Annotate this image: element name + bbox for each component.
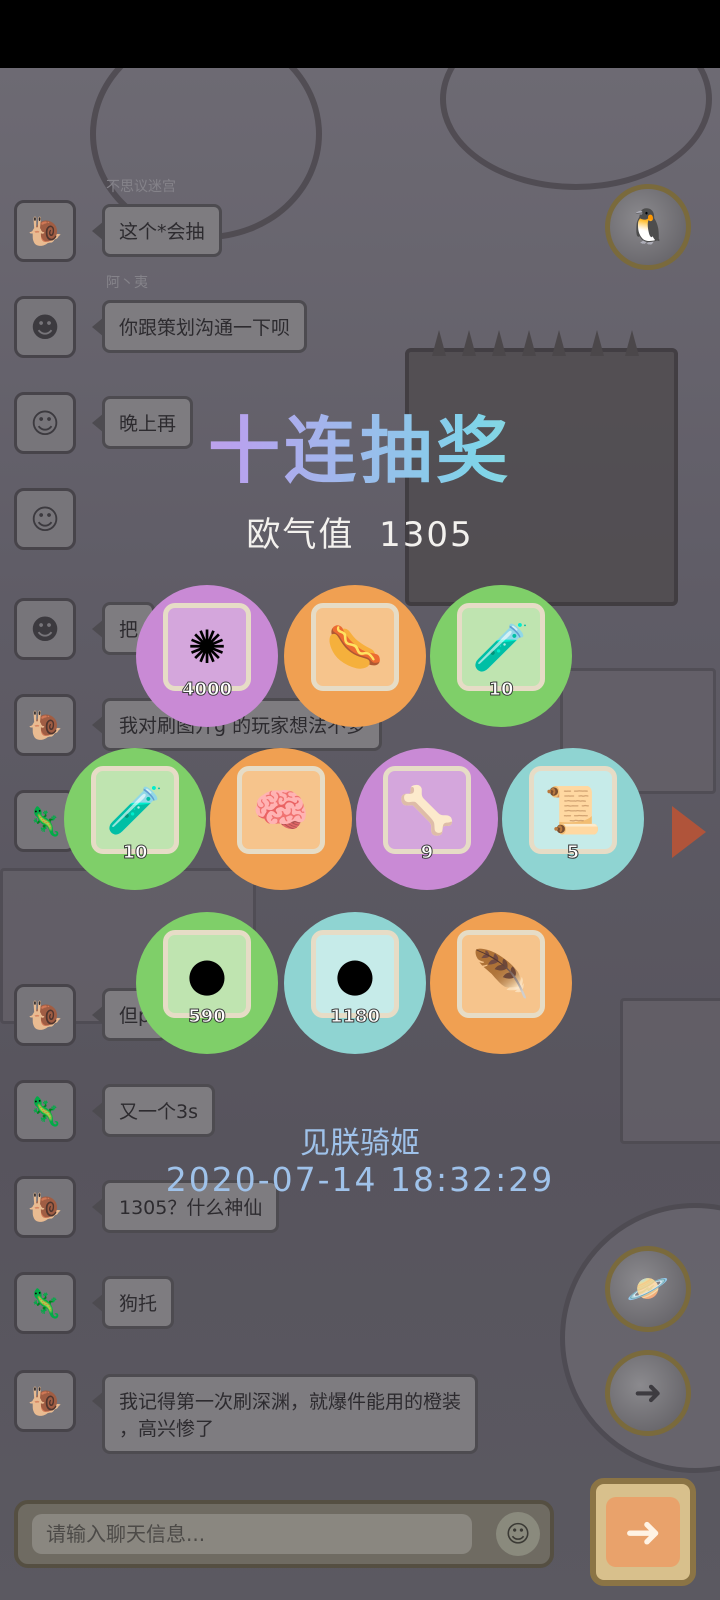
chat-bubble: 你跟策划沟通一下呗 xyxy=(91,300,308,353)
draw-datetime: 2020-07-14 18:32:29 xyxy=(165,1160,555,1199)
lizard-avatar[interactable]: 🦎 xyxy=(14,1272,76,1334)
arrow-right-icon: ➜ xyxy=(633,1373,663,1413)
glasses-girl-avatar[interactable]: ☻ xyxy=(14,296,76,358)
gray-blob-icon: ● xyxy=(334,947,376,1001)
chat-bubble: 狗托 xyxy=(91,1276,175,1329)
gray-blob-icon: ● xyxy=(186,947,228,1001)
lottery-title: 十连抽奖 xyxy=(0,392,720,497)
qq-penguin-button[interactable]: 🐧 xyxy=(605,184,691,270)
brain-icon: 🧠 xyxy=(252,783,310,837)
spiky-shell-icon: ✺ xyxy=(187,620,227,674)
prize-item[interactable]: 🧠 xyxy=(210,748,352,890)
background-pipe xyxy=(440,68,712,190)
background-spike xyxy=(590,330,604,356)
prize-item[interactable]: 📜 5 xyxy=(502,748,644,890)
emoji-button[interactable]: ☺ xyxy=(496,1512,540,1556)
prize-count: 9 xyxy=(420,842,434,864)
prize-card: 🪶 xyxy=(457,930,545,1018)
background-spike xyxy=(432,330,446,356)
background-spike xyxy=(492,330,506,356)
prize-item[interactable]: 🌭 xyxy=(284,585,426,727)
feather-blade-icon: 🪶 xyxy=(472,947,530,1001)
prize-item[interactable]: 🧪 10 xyxy=(430,585,572,727)
background-spike xyxy=(552,330,566,356)
prize-item[interactable]: 🦴 9 xyxy=(356,748,498,890)
prize-card: ✺ xyxy=(163,603,251,691)
snail-emoji-icon: ☺ xyxy=(505,1520,531,1548)
prize-card: ● xyxy=(311,930,399,1018)
prize-count: 1180 xyxy=(329,1006,381,1028)
prize-card: 🦴 xyxy=(383,766,471,854)
prize-card: ● xyxy=(163,930,251,1018)
background-spike xyxy=(522,330,536,356)
prize-count: 5 xyxy=(566,842,580,864)
next-arrow-button[interactable]: ➜ xyxy=(605,1350,691,1436)
snail-avatar[interactable]: 🐌 xyxy=(14,694,76,756)
prize-card: 🧪 xyxy=(91,766,179,854)
background-spike xyxy=(625,330,639,356)
chat-input-bar: ☺ xyxy=(14,1500,554,1568)
chat-nickname: 不思议迷宫 xyxy=(106,179,176,195)
side-expand-arrow[interactable] xyxy=(672,806,706,858)
background-spike xyxy=(462,330,476,356)
prize-count: 10 xyxy=(488,679,514,701)
prize-card: 🧪 xyxy=(457,603,545,691)
luck-row: 欧气值 1305 xyxy=(0,507,720,556)
send-button[interactable]: ➜ xyxy=(590,1478,696,1586)
chat-bubble: 我记得第一次刷深渊，就爆件能用的橙装 ，高兴惨了 xyxy=(91,1374,479,1454)
prize-item[interactable]: ✺ 4000 xyxy=(136,585,278,727)
prize-item[interactable]: 🪶 xyxy=(430,912,572,1054)
planet-icon: 🪐 xyxy=(626,1269,670,1309)
prize-item[interactable]: 🧪 10 xyxy=(64,748,206,890)
snail-avatar[interactable]: 🐌 xyxy=(14,984,76,1046)
luck-label: 欧气值 xyxy=(246,515,355,555)
chat-nickname: 阿丶夷 xyxy=(106,275,148,291)
snail-avatar[interactable]: 🐌 xyxy=(14,200,76,262)
winner-name: 见朕骑姬 xyxy=(300,1126,420,1161)
chat-bubble: 这个*会抽 xyxy=(92,204,222,257)
prize-count: 4000 xyxy=(181,679,233,701)
prize-card: 📜 xyxy=(529,766,617,854)
prize-count: 10 xyxy=(122,842,148,864)
prize-card: 🌭 xyxy=(311,603,399,691)
chat-input[interactable] xyxy=(32,1514,472,1554)
scroll-icon: 📜 xyxy=(544,783,602,837)
potion-bottle-icon: 🧪 xyxy=(106,783,164,837)
luck-value: 1305 xyxy=(379,515,474,555)
bone-scroll-icon: 🦴 xyxy=(398,783,456,837)
penguin-icon: 🐧 xyxy=(626,207,670,247)
prize-card: 🧠 xyxy=(237,766,325,854)
sausage-icon: 🌭 xyxy=(326,620,384,674)
potion-bottle-icon: 🧪 xyxy=(472,620,530,674)
prize-item[interactable]: ● 1180 xyxy=(284,912,426,1054)
snail-avatar[interactable]: 🐌 xyxy=(14,1370,76,1432)
status-bar xyxy=(0,0,720,68)
prize-count: 590 xyxy=(188,1006,227,1028)
send-arrow-icon: ➜ xyxy=(606,1497,680,1567)
glasses-girl-avatar[interactable]: ☻ xyxy=(14,598,76,660)
planet-button[interactable]: 🪐 xyxy=(605,1246,691,1332)
prize-item[interactable]: ● 590 xyxy=(136,912,278,1054)
